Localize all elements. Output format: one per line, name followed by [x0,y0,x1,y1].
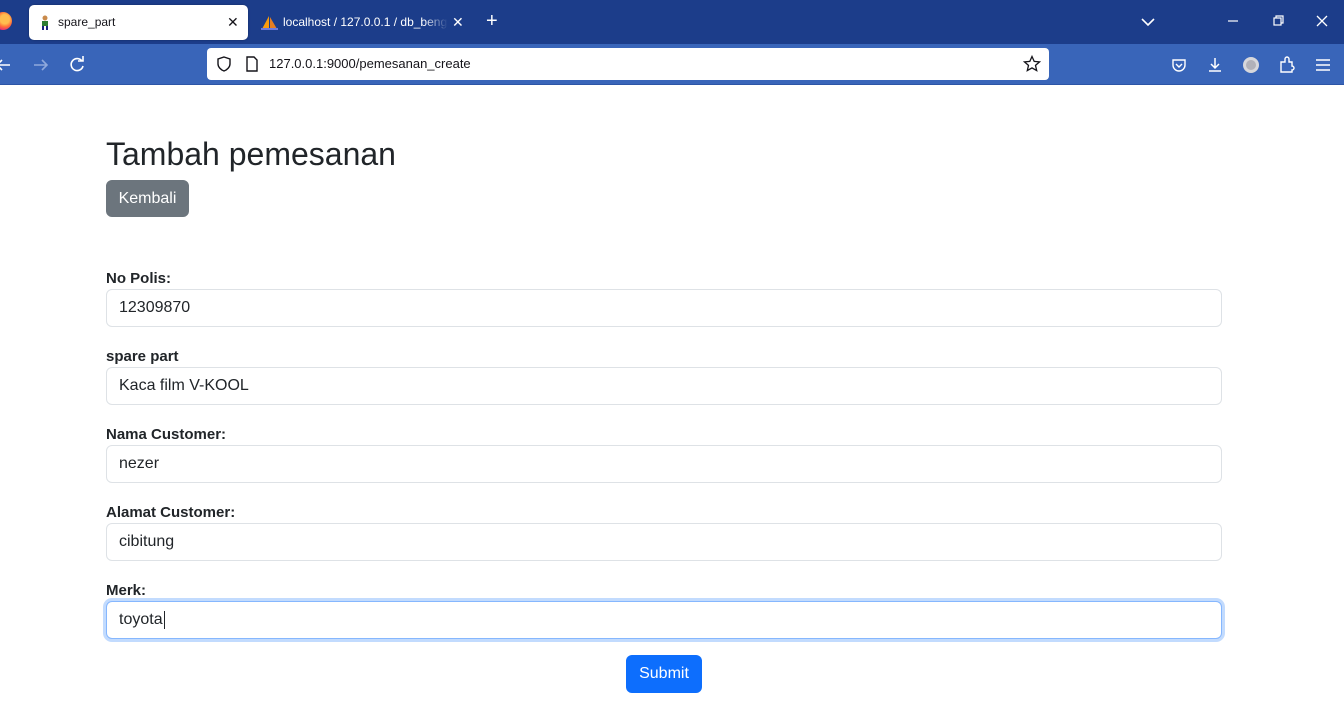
phpmyadmin-sail-icon [261,16,278,30]
nama-customer-input[interactable]: nezer [106,445,1222,483]
no-polis-input[interactable]: 12309870 [106,289,1222,327]
no-polis-value: 12309870 [119,299,191,316]
browser-tab-bar: spare_part ✕ localhost / 127.0.0.1 / db_… [0,0,1344,44]
address-bar[interactable]: 127.0.0.1:9000/pemesanan_create [207,48,1049,80]
pocket-icon[interactable] [1170,56,1188,74]
restore-window-icon[interactable] [1269,12,1287,30]
close-tab-icon[interactable]: ✕ [227,15,239,29]
spare-part-value: Kaca film V-KOOL [119,377,249,394]
submit-button[interactable]: Submit [626,655,702,693]
chevron-down-icon[interactable] [1140,14,1156,30]
url-text[interactable]: 127.0.0.1:9000/pemesanan_create [269,56,471,71]
new-tab-plus-icon[interactable]: + [486,11,498,31]
back-button[interactable]: Kembali [106,180,189,217]
tab-phpmyadmin[interactable]: localhost / 127.0.0.1 / db_bengkel ✕ [256,5,468,40]
minimize-icon[interactable] [1224,12,1242,30]
merk-input[interactable]: toyota [106,601,1222,639]
firefox-icon[interactable] [0,12,12,30]
tab-spare-part[interactable]: spare_part ✕ [29,5,248,40]
tab-title: localhost / 127.0.0.1 / db_bengkel [283,15,448,29]
no-polis-label: No Polis: [106,270,172,287]
alamat-customer-input[interactable]: cibitung [106,523,1222,561]
merk-value: toyota [119,611,163,628]
page-info-icon[interactable] [244,55,260,73]
spare-part-input[interactable]: Kaca film V-KOOL [106,367,1222,405]
account-avatar-icon[interactable] [1242,56,1260,74]
close-tab-icon[interactable]: ✕ [452,15,464,29]
shield-icon[interactable] [215,55,233,73]
text-cursor [163,611,165,629]
nama-customer-value: nezer [119,455,160,472]
reload-icon[interactable] [68,56,86,74]
nama-customer-label: Nama Customer: [106,426,227,443]
alamat-customer-value: cibitung [119,533,175,550]
tab-title: spare_part [58,15,116,29]
merk-label: Merk: [106,582,147,599]
close-window-icon[interactable] [1313,12,1331,30]
menu-hamburger-icon[interactable] [1314,56,1332,74]
bookmark-star-icon[interactable] [1023,55,1041,73]
person-favicon-icon [42,15,48,30]
spare-part-label: spare part [106,348,179,365]
back-arrow-icon[interactable] [0,56,12,74]
browser-nav-bar: 127.0.0.1:9000/pemesanan_create [0,44,1344,85]
page-title: Tambah pemesanan [106,136,396,172]
download-icon[interactable] [1206,56,1224,74]
extensions-puzzle-icon[interactable] [1278,56,1296,74]
forward-arrow-icon[interactable] [32,56,50,74]
alamat-customer-label: Alamat Customer: [106,504,236,521]
